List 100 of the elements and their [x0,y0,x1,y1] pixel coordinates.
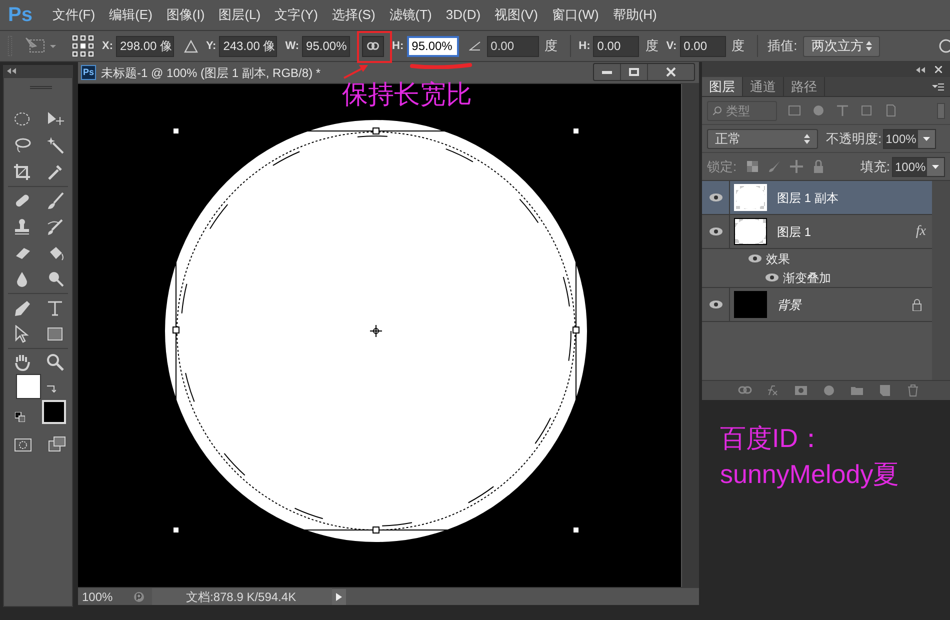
swap-arrows-icon[interactable] [46,383,56,393]
status-icon[interactable] [132,590,146,602]
fx-icon[interactable] [766,384,780,397]
minimize-icon [602,70,612,74]
document-tab[interactable]: 未标题-1 @ 100% (图层 1 副本, RGB/8) * [101,64,321,82]
status-menu-button[interactable] [332,588,346,604]
unit-label: 度 [732,37,745,56]
layer-row[interactable]: 图层 1 fx [702,215,932,249]
lasso-icon[interactable] [13,136,31,154]
blend-mode-dropdown[interactable]: 正常 [707,128,818,148]
magic-wand-icon[interactable] [46,136,64,154]
maximize-icon [629,68,639,76]
visibility-eye-icon[interactable] [708,193,722,202]
panel-tab[interactable]: 通道 [743,77,784,96]
rectangle-tool-icon[interactable] [46,325,64,343]
new-layer-icon[interactable] [878,384,892,397]
field-label: H: [578,38,590,54]
collapse-icon[interactable] [916,66,925,72]
effect-name[interactable]: 渐变叠加 [783,268,831,286]
panel-tab[interactable]: 图层 [702,77,743,96]
gear-icon[interactable] [938,38,950,54]
input-field[interactable]: 0.00 [680,36,726,56]
effect-name[interactable]: 效果 [766,250,790,268]
visibility-eye-icon[interactable] [708,227,722,236]
menu-item[interactable]: 3D(D) [446,5,481,25]
ellipse-marquee-icon[interactable] [13,110,31,128]
menu-item[interactable]: 编辑(E) [109,5,152,25]
eyedropper-icon[interactable] [46,163,64,181]
highlight-box [357,31,392,63]
input-field[interactable]: 243.00 像 [219,36,278,56]
input-field[interactable]: 298.00 像 [116,36,174,56]
link-aspect-button[interactable] [362,36,384,56]
pen-icon[interactable] [13,299,31,317]
visibility-eye-icon[interactable] [765,273,779,282]
foreground-color-swatch[interactable] [16,374,41,399]
quick-mask-icon[interactable] [14,438,32,452]
triangle-icon [184,40,198,52]
input-field[interactable]: 95.00% [302,36,350,56]
grip-icon [8,36,12,56]
play-icon [336,592,342,600]
dodge-icon[interactable] [46,270,64,288]
brush-icon[interactable] [46,192,64,210]
input-field[interactable]: 95.00% [406,36,459,56]
stamp-icon[interactable] [13,218,31,236]
layer-thumbnail [734,184,767,211]
menu-item[interactable]: 图层(L) [218,5,261,25]
type-tool-icon[interactable] [46,299,64,317]
field-label: 插值: [768,37,798,56]
field-label: W: [285,38,300,54]
collapse-icon[interactable] [7,68,16,74]
menu-item[interactable]: 视图(V) [494,5,538,25]
opacity-label: 不透明度: [826,130,882,148]
hand-icon[interactable] [13,353,31,371]
panel-tab[interactable]: 路径 [784,77,825,96]
folder-icon[interactable] [850,384,864,397]
interpolation-dropdown[interactable]: 两次立方 [803,36,880,56]
unit-label: 度 [544,37,558,56]
input-field[interactable]: 0.00 [593,36,640,56]
background-color-swatch[interactable] [42,400,66,424]
default-colors-icon[interactable] [15,412,25,422]
reference-point-icon[interactable] [72,35,94,57]
visibility-eye-icon[interactable] [748,254,762,263]
pointer-icon[interactable] [13,325,31,343]
visibility-eye-icon[interactable] [708,300,722,309]
link-layers-icon[interactable] [738,384,752,397]
layer-row[interactable]: 图层 1 副本 [702,181,932,215]
filter-toggle[interactable] [937,102,945,118]
updown-caret-icon [866,41,872,51]
vertical-scrollbar[interactable] [681,84,699,587]
mask-icon[interactable] [794,384,808,397]
field-label: Y: [206,38,216,54]
lock-transparency-icon[interactable] [746,160,759,173]
author-annotation: 百度ID： [720,422,825,455]
zoom-level[interactable]: 100% [78,588,126,606]
lock-label: 锁定: [707,158,737,176]
close-icon [666,67,676,77]
updown-caret-icon [804,134,810,144]
menu-item[interactable]: 窗口(W) [552,5,599,25]
menu-item[interactable]: 滤镜(T) [389,5,432,25]
close-icon[interactable] [935,66,942,73]
menu-item[interactable]: 文件(F) [52,5,96,25]
crop-icon[interactable] [13,163,31,181]
field-label: H: [392,38,404,54]
menu-item[interactable]: 图像(I) [166,5,205,25]
menu-item[interactable]: 帮助(H) [612,5,657,25]
unit-label: 度 [645,37,658,56]
adjustment-icon[interactable] [822,384,836,397]
center-crosshair-icon [370,324,382,338]
screen-mode-icon[interactable] [48,436,66,452]
trash-icon[interactable] [906,384,920,397]
panel-menu-icon[interactable] [932,82,944,90]
layer-thumbnail [734,218,767,245]
input-field[interactable]: 0.00 [486,36,539,56]
menu-item[interactable]: 选择(S) [332,5,376,25]
move-tool-icon[interactable] [46,110,64,128]
menu-item[interactable]: 文字(Y) [274,5,318,25]
layer-row[interactable]: 背景 [702,288,932,322]
history-brush-icon[interactable] [46,218,64,236]
zoom-icon[interactable] [46,353,64,371]
layer-name: 图层 1 [777,224,812,240]
